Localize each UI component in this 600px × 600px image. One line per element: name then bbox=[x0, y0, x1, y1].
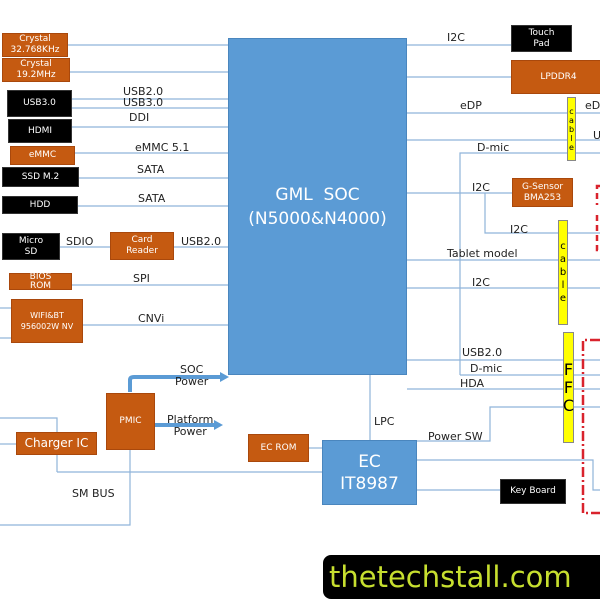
ec-name: EC bbox=[358, 451, 381, 472]
boundary-lower bbox=[581, 338, 600, 515]
label-platform-power: Platform Power bbox=[167, 414, 213, 438]
touchpad-block: Touch Pad bbox=[511, 25, 572, 52]
gsensor-block: G-Sensor BMA253 bbox=[512, 178, 573, 207]
cable-connector-1: cable bbox=[567, 97, 576, 161]
platform-power-arrowhead bbox=[214, 420, 223, 430]
label-tablet-model: Tablet model bbox=[447, 247, 518, 260]
label: F bbox=[563, 359, 574, 379]
label-usb20-ffc: USB2.0 bbox=[462, 346, 503, 359]
label: e bbox=[559, 293, 567, 304]
label: b bbox=[559, 267, 567, 278]
label-i2c-cable: I2C bbox=[510, 223, 528, 236]
ffc-connector: FFC bbox=[563, 332, 574, 443]
label-dmic: D-mic bbox=[477, 141, 510, 154]
soc-models: (N5000&N4000) bbox=[248, 208, 387, 229]
ec-model: IT8987 bbox=[340, 473, 399, 494]
label: l bbox=[570, 133, 573, 143]
label: b bbox=[568, 124, 575, 134]
usb3-port: USB3.0 bbox=[7, 90, 72, 117]
bios-rom: BIOS ROM bbox=[9, 272, 72, 291]
hdd-block: HDD bbox=[2, 196, 78, 214]
label: 956002W NV bbox=[20, 322, 74, 331]
label: l bbox=[561, 280, 565, 291]
label: c bbox=[560, 241, 566, 252]
label-soc-power: SOC Power bbox=[175, 364, 208, 388]
label: Crystal bbox=[19, 34, 51, 44]
label: C bbox=[562, 395, 575, 415]
label: a bbox=[559, 254, 567, 265]
emmc-block: eMMC bbox=[10, 146, 75, 165]
label-edp: eDP bbox=[460, 99, 482, 112]
label-sata2: SATA bbox=[138, 192, 166, 205]
label: Power bbox=[173, 425, 207, 438]
soc-name: GML SOC bbox=[275, 184, 360, 205]
label-usb30: USB3.0 bbox=[123, 96, 164, 109]
label-sdio: SDIO bbox=[66, 235, 94, 248]
label: Power bbox=[175, 375, 209, 388]
label-i2c-touchpad: I2C bbox=[447, 31, 465, 44]
label-i2c-gsensor: I2C bbox=[472, 181, 490, 194]
label: F bbox=[563, 377, 574, 397]
label-dmic-ffc: D-mic bbox=[470, 362, 503, 375]
soc-block: GML SOC (N5000&N4000) bbox=[228, 38, 407, 375]
label-power-sw: Power SW bbox=[428, 430, 483, 443]
label: SD bbox=[24, 246, 38, 257]
label: Crystal bbox=[20, 59, 52, 69]
label-edp-out: eD bbox=[585, 99, 600, 112]
label-sata1: SATA bbox=[137, 163, 165, 176]
wifi-bt-module: WIFI&BT 956002W NV bbox=[11, 299, 83, 343]
label-spi: SPI bbox=[133, 272, 150, 285]
hdmi-port: HDMI bbox=[8, 119, 72, 143]
charger-ic: Charger IC bbox=[16, 432, 97, 455]
label: c bbox=[569, 106, 574, 116]
label: WIFI&BT bbox=[30, 311, 64, 320]
label: a bbox=[569, 115, 574, 125]
watermark: thetechstall.com bbox=[323, 555, 600, 599]
label: Reader bbox=[126, 246, 158, 256]
label: BMA253 bbox=[523, 192, 562, 203]
microsd-slot: Micro SD bbox=[2, 233, 60, 260]
label: e bbox=[569, 142, 574, 152]
label: ROM bbox=[29, 280, 52, 291]
label-hda: HDA bbox=[460, 377, 485, 390]
label: G-Sensor bbox=[521, 181, 564, 192]
label: Touch bbox=[528, 27, 555, 38]
label: 32.768KHz bbox=[10, 45, 60, 55]
label-usb20-card: USB2.0 bbox=[181, 235, 222, 248]
lpddr4-block: LPDDR4 bbox=[511, 60, 600, 94]
label-ddi: DDI bbox=[129, 111, 150, 124]
ssd-block: SSD M.2 bbox=[2, 167, 79, 187]
label: Micro bbox=[18, 235, 44, 246]
crystal-19mhz: Crystal 19.2MHz bbox=[2, 58, 70, 82]
label-i2c-4: I2C bbox=[472, 276, 490, 289]
label-smbus: SM BUS bbox=[72, 487, 115, 500]
label-lpc: LPC bbox=[374, 415, 395, 428]
label-u-out: U bbox=[593, 129, 600, 142]
ec-block: EC IT8987 bbox=[322, 440, 417, 505]
label: Pad bbox=[533, 38, 550, 49]
pmic-block: PMIC bbox=[106, 393, 155, 450]
cable-connector-2: cable bbox=[558, 220, 568, 325]
label: 19.2MHz bbox=[16, 70, 56, 80]
label-emmc51: eMMC 5.1 bbox=[135, 141, 190, 154]
label-cnvi: CNVi bbox=[138, 312, 165, 325]
keyboard-block: Key Board bbox=[500, 479, 566, 504]
card-reader: Card Reader bbox=[110, 232, 174, 260]
crystal-32khz: Crystal 32.768KHz bbox=[2, 33, 68, 57]
label: Card bbox=[131, 235, 153, 245]
ec-rom: EC ROM bbox=[248, 434, 309, 462]
